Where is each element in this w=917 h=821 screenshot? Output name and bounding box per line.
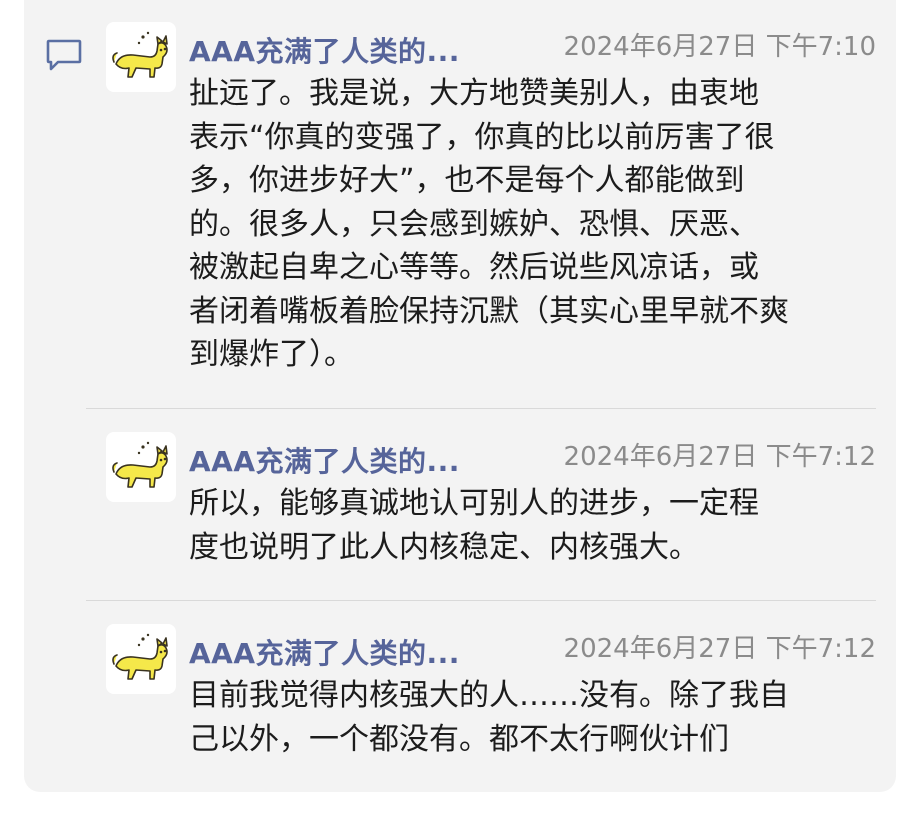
avatar[interactable] xyxy=(106,22,176,92)
message-timestamp: 2024年6月27日 下午7:10 xyxy=(563,32,876,62)
avatar[interactable] xyxy=(106,624,176,694)
divider xyxy=(86,600,876,601)
message-text: 扯远了。我是说，大方地赞美别人，由衷地 表示“你真的变强了，你真的比以前厉害了很… xyxy=(189,76,789,372)
message-timestamp: 2024年6月27日 下午7:12 xyxy=(563,442,876,472)
cat-icon xyxy=(112,633,168,680)
message-text: 目前我觉得内核强大的人……没有。除了我自 己以外，一个都没有。都不太行啊伙计们 xyxy=(189,678,789,757)
message-text: 所以，能够真诚地认可别人的进步，一定程 度也说明了此人内核稳定、内核强大。 xyxy=(189,486,759,565)
cat-icon xyxy=(112,441,168,488)
message-timestamp: 2024年6月27日 下午7:12 xyxy=(563,634,876,664)
divider xyxy=(86,408,876,409)
sender-name[interactable]: AAA充满了人类的... xyxy=(189,30,460,70)
sender-name[interactable]: AAA充满了人类的... xyxy=(189,632,460,672)
comment-icon[interactable] xyxy=(45,38,83,72)
avatar[interactable] xyxy=(106,432,176,502)
sender-name[interactable]: AAA充满了人类的... xyxy=(189,440,460,480)
cat-icon xyxy=(112,31,168,78)
